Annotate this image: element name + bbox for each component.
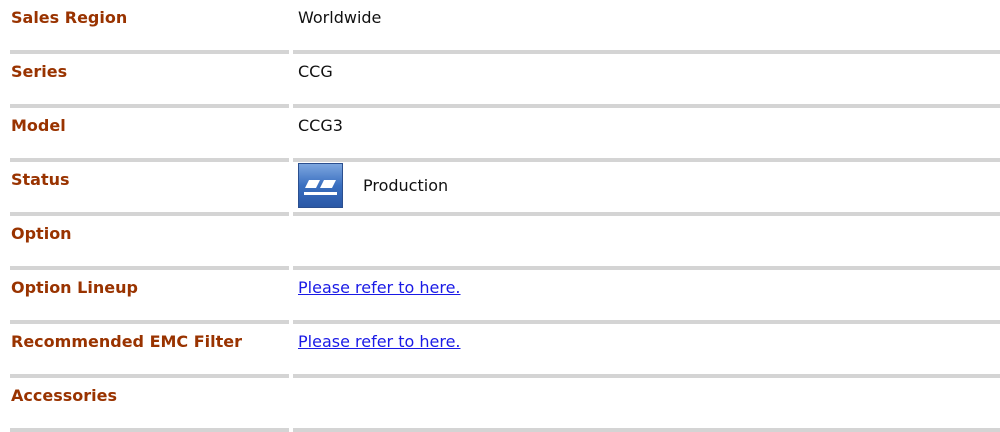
spec-row-status: Status Production — [0, 162, 1000, 216]
label-option: Option — [11, 224, 72, 243]
value-option-lineup: Please refer to here. — [298, 278, 461, 297]
spec-row-sales-region: Sales Region Worldwide — [0, 0, 1000, 54]
label-series: Series — [11, 62, 68, 81]
spec-row-option: Option — [0, 216, 1000, 270]
emc-filter-link[interactable]: Please refer to here. — [298, 332, 461, 351]
value-series: CCG — [298, 62, 333, 81]
divider — [10, 428, 289, 432]
value-emc-filter: Please refer to here. — [298, 332, 461, 351]
value-model: CCG3 — [298, 116, 343, 135]
spec-row-model: Model CCG3 — [0, 108, 1000, 162]
option-lineup-link[interactable]: Please refer to here. — [298, 278, 461, 297]
label-emc-filter: Recommended EMC Filter — [11, 332, 243, 351]
spec-row-emc-filter: Recommended EMC Filter Please refer to h… — [0, 324, 1000, 378]
spec-row-option-lineup: Option Lineup Please refer to here. — [0, 270, 1000, 324]
spec-row-accessories: Accessories — [0, 378, 1000, 432]
label-accessories: Accessories — [11, 386, 117, 405]
label-option-lineup: Option Lineup — [11, 278, 138, 297]
spec-table: Sales Region Worldwide Series CCG Model … — [0, 0, 1000, 432]
value-sales-region: Worldwide — [298, 8, 382, 27]
label-status: Status — [11, 170, 70, 189]
status-text: Production — [363, 176, 449, 195]
label-model: Model — [11, 116, 66, 135]
label-sales-region: Sales Region — [11, 8, 128, 27]
value-status: Production — [298, 163, 448, 208]
divider — [293, 428, 1000, 432]
spec-row-series: Series CCG — [0, 54, 1000, 108]
production-status-icon — [298, 163, 343, 208]
